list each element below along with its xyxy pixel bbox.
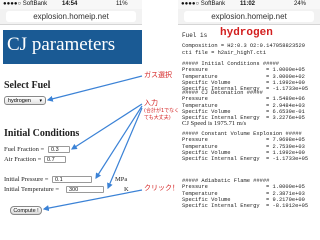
url-field[interactable]: explosion.homeip.net — [184, 11, 314, 22]
carrier-label: ●●●●○ SoftBank — [181, 1, 226, 7]
adiabatic-flame-key: Pressure — [182, 184, 208, 191]
adiabatic-flame-value: = 9.2170e+00 — [266, 196, 305, 203]
status-time: 11:02 — [240, 1, 256, 7]
initial-conditions-value: = -1.1733e+05 — [266, 86, 309, 93]
initial-conditions-key: Temperature — [182, 73, 218, 80]
arrow-to-fuel-select — [46, 75, 143, 102]
adiabatic-flame-header: ##### Adiabatic Flame ##### — [182, 178, 270, 184]
initial-conditions-value: = 3.0000e+02 — [266, 73, 305, 80]
cj-speed: CJ Speed is 1975.71 m/s — [182, 120, 247, 127]
adiabatic-flame-value: = 1.0000e+05 — [266, 184, 305, 191]
initial-conditions-key: Pressure — [182, 67, 208, 74]
adiabatic-flame-value: = -8.1912e+05 — [266, 203, 309, 210]
arrow-to-compute — [42, 189, 143, 212]
cj-detonation-value: = 1.5489e+06 — [266, 96, 305, 103]
constant-volume-value: = 7.9698e+05 — [266, 137, 305, 144]
cj-detonation-value: = 3.2276e+05 — [266, 115, 305, 122]
adiabatic-flame-key: Specific Internal Energy — [182, 203, 260, 210]
constant-volume-key: Specific Volume — [182, 149, 231, 156]
cj-detonation-value: = 2.9484e+03 — [266, 102, 305, 109]
constant-volume-key: Temperature — [182, 143, 218, 150]
adiabatic-flame-value: = 2.3871e+03 — [266, 190, 305, 197]
constant-volume-header: ##### Constant Volume Explosion ##### — [182, 131, 302, 137]
initial-conditions-key: Specific Volume — [182, 79, 231, 86]
initial-conditions-value: = 1.1992e+00 — [266, 79, 305, 86]
adiabatic-flame-key: Specific Volume — [182, 196, 231, 203]
constant-volume-key: Pressure — [182, 137, 208, 144]
arrow-to-fuel-fraction — [70, 103, 143, 150]
constant-volume-value: = 1.1992e+00 — [266, 149, 305, 156]
initial-conditions-header: ##### Initial Conditions ##### — [182, 61, 280, 67]
constant-volume-value: = 2.7539e+03 — [266, 143, 305, 150]
cj-detonation-value: = 6.6539e-01 — [266, 108, 305, 115]
right-phone-screen: ●●●●○ SoftBank 11:02 24% explosion.homei… — [178, 0, 320, 240]
fuel-result: hydrogen — [220, 27, 273, 39]
composition-line: Composition = H2:0.3 O2:0.147058823529 — [182, 43, 305, 49]
battery-level: 24% — [294, 1, 307, 7]
cj-detonation-key: Temperature — [182, 102, 218, 109]
cj-detonation-header: ##### CJ Detonation ##### — [182, 90, 263, 96]
adiabatic-flame-key: Temperature — [182, 190, 218, 197]
constant-volume-value: = -1.1733e+05 — [266, 156, 309, 163]
cj-detonation-key: Pressure — [182, 96, 208, 103]
cti-file-line: cti file = h2air_highT.cti — [182, 50, 267, 56]
cj-detonation-key: Specific Volume — [182, 108, 231, 115]
constant-volume-key: Specific Internal Energy — [182, 156, 260, 163]
arrow-to-temperature — [107, 107, 143, 190]
arrow-to-pressure — [95, 105, 143, 180]
initial-conditions-value: = 1.0000e+05 — [266, 67, 305, 74]
status-bar: ●●●●○ SoftBank 11:02 24% — [178, 0, 320, 9]
fuel-label: Fuel is — [182, 32, 208, 39]
address-bar[interactable]: explosion.homeip.net — [178, 9, 320, 25]
